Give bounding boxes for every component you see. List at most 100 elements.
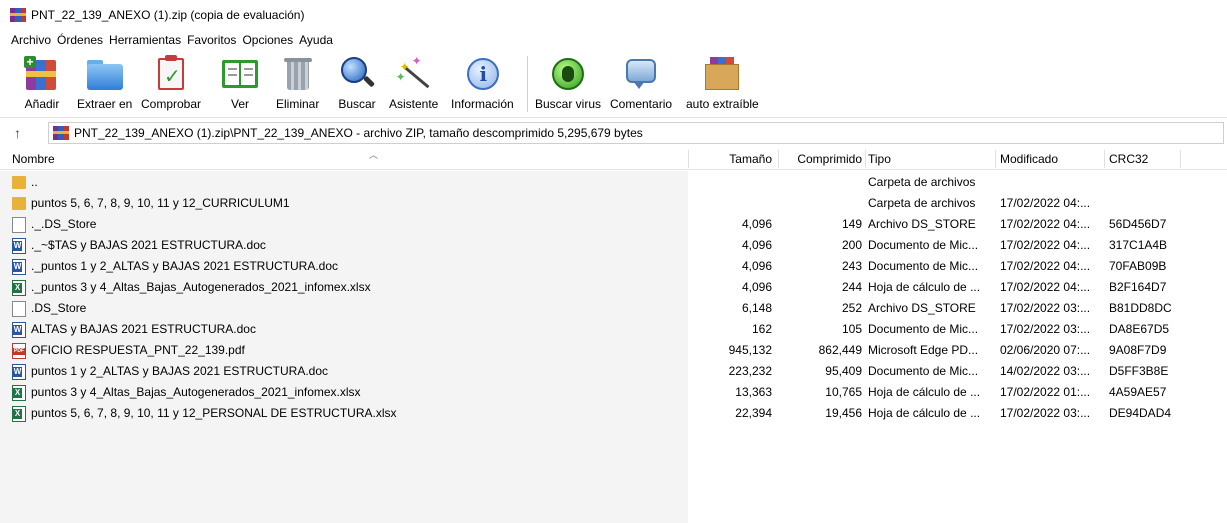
file-size [690, 193, 772, 214]
file-modified: 17/02/2022 04:... [1000, 217, 1091, 231]
file-modified: 17/02/2022 03:... [1000, 301, 1091, 315]
table-row[interactable]: puntos 5, 6, 7, 8, 9, 10, 11 y 12_CURRIC… [0, 193, 1227, 214]
table-row[interactable]: puntos 5, 6, 7, 8, 9, 10, 11 y 12_PERSON… [0, 403, 1227, 424]
word-doc-icon [12, 258, 26, 275]
table-row[interactable]: OFICIO RESPUESTA_PNT_22_139.pdf 945,132 … [0, 340, 1227, 361]
excel-sheet-icon [12, 405, 26, 422]
delete-label: Eliminar [276, 97, 320, 111]
col-size[interactable]: Tamaño [690, 148, 772, 170]
column-divider[interactable] [995, 150, 996, 168]
add-button[interactable]: + Añadir [22, 54, 62, 116]
file-name: ._puntos 3 y 4_Altas_Bajas_Autogenerados… [31, 280, 371, 294]
file-name: ALTAS y BAJAS 2021 ESTRUCTURA.doc [31, 322, 256, 336]
sfx-button[interactable]: auto extraíble [686, 54, 759, 116]
blank-file-icon [12, 216, 26, 233]
file-type: Archivo DS_STORE [868, 301, 976, 315]
menu-opciones[interactable]: Opciones [242, 33, 293, 47]
column-header: Nombre ︿ Tamaño Comprimido Tipo Modifica… [0, 148, 1227, 170]
file-name: ._puntos 1 y 2_ALTAS y BAJAS 2021 ESTRUC… [31, 259, 339, 273]
up-arrow-icon[interactable]: ↑ [14, 125, 34, 141]
file-name: puntos 3 y 4_Altas_Bajas_Autogenerados_2… [31, 385, 361, 399]
file-crc: 9A08F7D9 [1109, 343, 1167, 357]
file-type: Carpeta de archivos [868, 196, 976, 210]
file-modified: 14/02/2022 03:... [1000, 364, 1091, 378]
column-divider[interactable] [688, 150, 689, 168]
file-crc: D5FF3B8E [1109, 364, 1169, 378]
table-row[interactable]: ._~$TAS y BAJAS 2021 ESTRUCTURA.doc 4,09… [0, 235, 1227, 256]
folder-extract-icon [85, 54, 125, 94]
folder-icon [12, 176, 26, 189]
file-type: Documento de Mic... [868, 238, 979, 252]
file-size: 4,096 [741, 280, 772, 294]
info-button[interactable]: i Información [451, 54, 514, 116]
file-size: 6,148 [741, 301, 772, 315]
magic-wand-icon: ✦ ✦ ✦ [394, 54, 434, 94]
file-name: .DS_Store [31, 301, 87, 315]
column-divider[interactable] [865, 150, 866, 168]
col-modified[interactable]: Modificado [1000, 148, 1058, 170]
path-field[interactable]: PNT_22_139_ANEXO (1).zip\PNT_22_139_ANEX… [48, 122, 1224, 144]
table-row[interactable]: ._puntos 3 y 4_Altas_Bajas_Autogenerados… [0, 277, 1227, 298]
file-name: OFICIO RESPUESTA_PNT_22_139.pdf [31, 343, 245, 357]
file-crc: DE94DAD4 [1109, 406, 1172, 420]
menu-favoritos[interactable]: Favoritos [187, 33, 236, 47]
file-size: 4,096 [741, 217, 772, 231]
menu-herramientas[interactable]: Herramientas [109, 33, 181, 47]
table-row[interactable]: puntos 3 y 4_Altas_Bajas_Autogenerados_2… [0, 382, 1227, 403]
col-name[interactable]: Nombre [12, 148, 55, 170]
col-crc[interactable]: CRC32 [1109, 148, 1148, 170]
col-type[interactable]: Tipo [868, 148, 891, 170]
find-label: Buscar [338, 97, 376, 111]
comment-button[interactable]: Comentario [610, 54, 672, 116]
table-row[interactable]: ._.DS_Store 4,096 149 Archivo DS_STORE 1… [0, 214, 1227, 235]
trash-icon [278, 54, 318, 94]
wizard-button[interactable]: ✦ ✦ ✦ Asistente [389, 54, 438, 116]
extract-button[interactable]: Extraer en [77, 54, 132, 116]
file-name: puntos 5, 6, 7, 8, 9, 10, 11 y 12_CURRIC… [31, 196, 290, 210]
file-type: Documento de Mic... [868, 259, 979, 273]
file-crc [1109, 172, 1219, 193]
table-row[interactable]: ._puntos 1 y 2_ALTAS y BAJAS 2021 ESTRUC… [0, 256, 1227, 277]
table-row[interactable]: .. Carpeta de archivos [0, 172, 1227, 193]
add-archive-icon: + [22, 54, 62, 94]
file-packed: 10,765 [825, 385, 862, 399]
virus-scan-button[interactable]: Buscar virus [535, 54, 601, 116]
view-button[interactable]: Ver [220, 54, 260, 116]
column-divider[interactable] [778, 150, 779, 168]
file-packed: 200 [841, 238, 862, 252]
file-type: Documento de Mic... [868, 322, 979, 336]
file-crc: 317C1A4B [1109, 238, 1168, 252]
file-size: 22,394 [735, 406, 772, 420]
winrar-logo-icon [10, 8, 26, 22]
pdf-file-icon [12, 342, 26, 359]
sfx-label: auto extraíble [686, 97, 759, 111]
menu-ayuda[interactable]: Ayuda [299, 33, 333, 47]
test-button[interactable]: ✓ Comprobar [141, 54, 201, 116]
word-doc-icon [12, 321, 26, 338]
extract-label: Extraer en [77, 97, 133, 111]
table-row[interactable]: puntos 1 y 2_ALTAS y BAJAS 2021 ESTRUCTU… [0, 361, 1227, 382]
delete-button[interactable]: Eliminar [276, 54, 319, 116]
file-modified: 17/02/2022 03:... [1000, 406, 1091, 420]
file-packed: 105 [841, 322, 862, 336]
book-view-icon [220, 54, 260, 94]
column-divider[interactable] [1180, 150, 1181, 168]
menu-ordenes[interactable]: Órdenes [57, 33, 103, 47]
column-divider[interactable] [1104, 150, 1105, 168]
file-type: Hoja de cálculo de ... [868, 280, 981, 294]
menu-bar: Archivo Órdenes Herramientas Favoritos O… [0, 30, 1227, 50]
file-name: .. [31, 175, 38, 189]
view-label: Ver [230, 97, 249, 111]
comment-label: Comentario [610, 97, 673, 111]
table-row[interactable]: .DS_Store 6,148 252 Archivo DS_STORE 17/… [0, 298, 1227, 319]
find-button[interactable]: Buscar [337, 54, 377, 116]
file-packed: 95,409 [825, 364, 862, 378]
file-type: Documento de Mic... [868, 364, 979, 378]
col-packed[interactable]: Comprimido [780, 148, 862, 170]
table-row[interactable]: ALTAS y BAJAS 2021 ESTRUCTURA.doc 162 10… [0, 319, 1227, 340]
file-packed [780, 172, 862, 193]
menu-archivo[interactable]: Archivo [11, 33, 51, 47]
file-packed: 244 [841, 280, 862, 294]
file-modified: 02/06/2020 07:... [1000, 343, 1091, 357]
title-bar: PNT_22_139_ANEXO (1).zip (copia de evalu… [0, 0, 1227, 30]
